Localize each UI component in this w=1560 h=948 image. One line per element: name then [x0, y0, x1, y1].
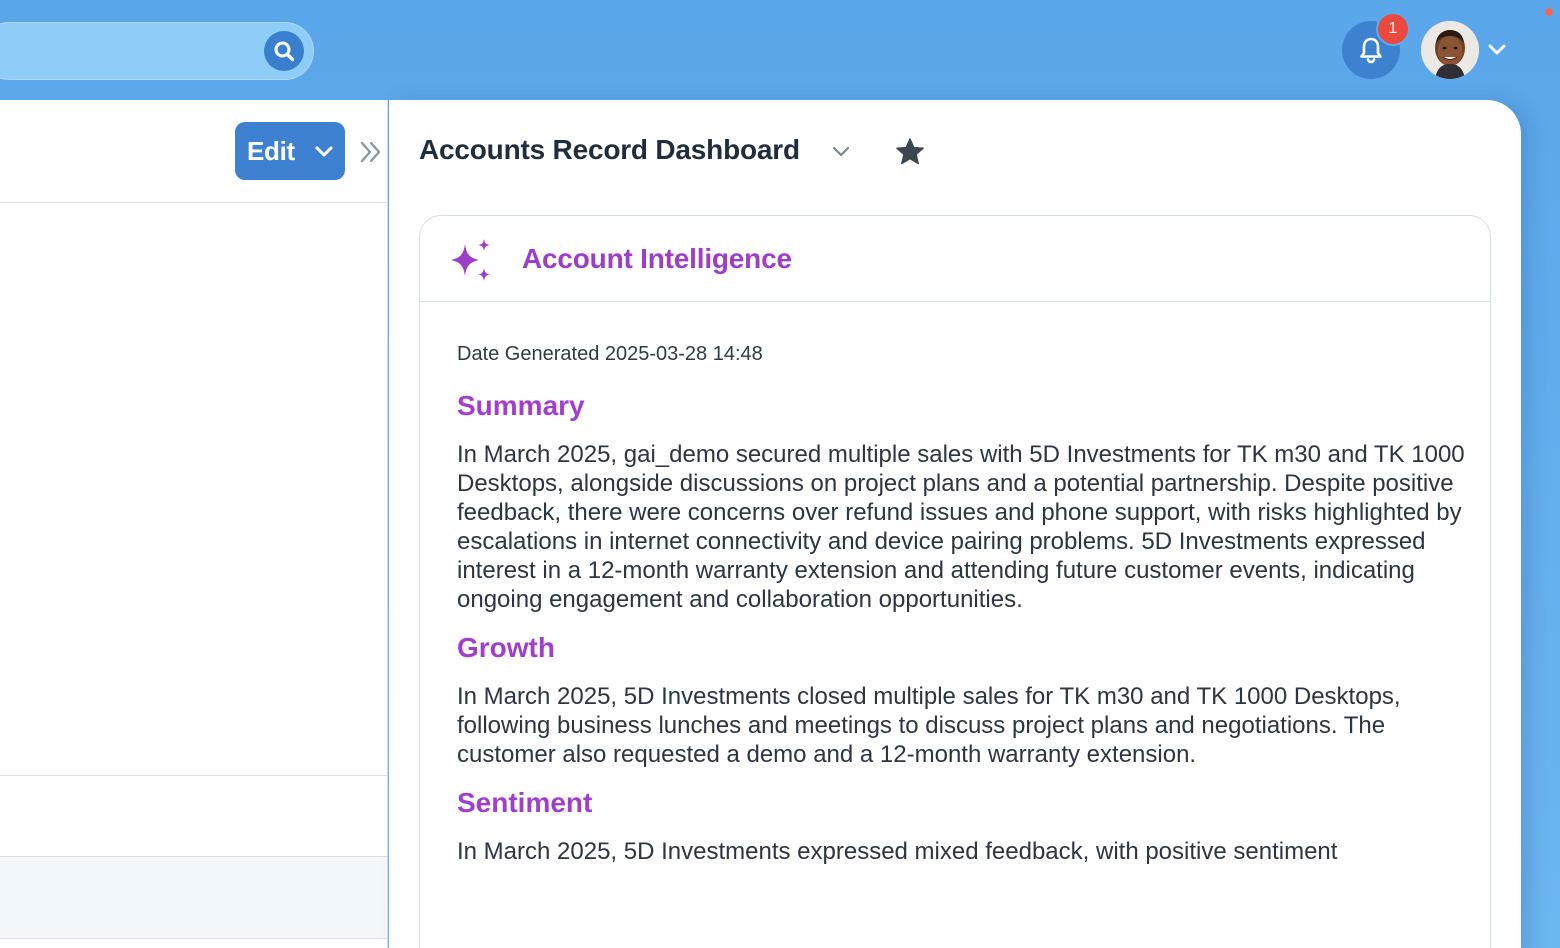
- sentiment-heading: Sentiment: [457, 787, 593, 818]
- edit-button-label: Edit: [247, 135, 295, 166]
- user-photo-icon: [1421, 21, 1479, 79]
- left-pane: Edit: [0, 100, 388, 948]
- growth-text: In March 2025, 5D Investments closed mul…: [457, 683, 1401, 768]
- summary-text: In March 2025, gai_demo secured multiple…: [457, 441, 1465, 613]
- global-search: [0, 22, 314, 82]
- star-icon[interactable]: [894, 136, 926, 168]
- chevron-down-icon[interactable]: [830, 140, 852, 162]
- sparkle-icon: [451, 239, 490, 281]
- card-body: Date Generated 2025-03-28 14:48 Summary …: [457, 340, 1467, 884]
- divider: [0, 938, 387, 939]
- chevron-down-icon: [315, 146, 333, 157]
- summary-heading: Summary: [457, 390, 585, 421]
- card-title: Account Intelligence: [522, 243, 792, 274]
- date-generated: Date Generated 2025-03-28 14:48: [457, 343, 763, 365]
- account-intelligence-card: Account Intelligence Date Generated 2025…: [419, 215, 1491, 948]
- left-pane-header: Edit: [0, 100, 387, 203]
- dashboard-panel: Accounts Record Dashboard Account Intell…: [389, 100, 1521, 948]
- edit-button[interactable]: Edit: [235, 122, 345, 180]
- double-chevron-right-icon[interactable]: [358, 138, 384, 166]
- sentiment-text: In March 2025, 5D Investments expressed …: [457, 838, 1338, 865]
- page-title: Accounts Record Dashboard: [419, 134, 800, 165]
- search-button[interactable]: [264, 31, 304, 71]
- card-header: Account Intelligence: [420, 216, 1490, 302]
- avatar[interactable]: [1421, 21, 1479, 79]
- chevron-down-icon[interactable]: [1486, 38, 1508, 60]
- divider: [0, 775, 387, 776]
- notification-badge: 1: [1378, 14, 1408, 44]
- search-icon: [274, 41, 295, 62]
- window-control[interactable]: [1545, 8, 1553, 16]
- left-pane-row[interactable]: [0, 857, 387, 938]
- search-input[interactable]: [0, 22, 254, 82]
- growth-heading: Growth: [457, 632, 555, 663]
